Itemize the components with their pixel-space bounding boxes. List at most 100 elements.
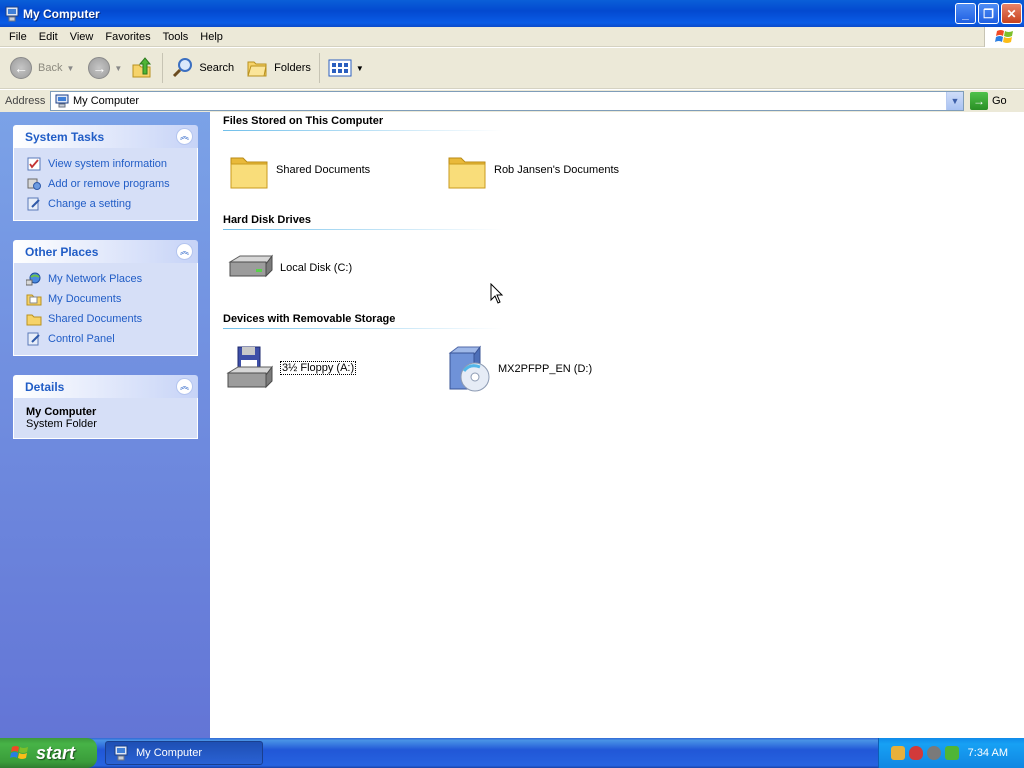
system-tasks-title: System Tasks xyxy=(25,129,105,144)
local-disk-c-item[interactable]: Local Disk (C:) xyxy=(226,252,352,284)
address-bar: Address My Computer ▼ → Go xyxy=(0,90,1024,112)
minimize-button[interactable]: _ xyxy=(955,3,976,24)
change-setting-label: Change a setting xyxy=(48,198,132,210)
forward-button[interactable]: → ▼ xyxy=(84,50,126,86)
control-panel-label: Control Panel xyxy=(48,333,115,345)
my-computer-icon xyxy=(5,6,19,21)
other-places-panel: Other Places ︽ My Network Places My Docu… xyxy=(13,240,198,356)
restore-button[interactable]: ❐ xyxy=(978,3,999,24)
views-button[interactable]: ▼ xyxy=(324,50,368,86)
back-label: Back xyxy=(38,62,63,74)
address-dropdown-button[interactable]: ▼ xyxy=(946,92,963,110)
start-button[interactable]: start xyxy=(0,738,97,768)
windows-logo-icon xyxy=(984,27,1024,47)
shared-documents-item[interactable]: Shared Documents xyxy=(228,150,370,190)
network-places-icon xyxy=(26,271,42,287)
close-button[interactable]: ✕ xyxy=(1001,3,1022,24)
system-tasks-header[interactable]: System Tasks ︽ xyxy=(13,125,198,148)
forward-dropdown-icon[interactable]: ▼ xyxy=(114,64,122,73)
menu-file[interactable]: File xyxy=(3,27,33,47)
floppy-a-label: 3½ Floppy (A:) xyxy=(280,361,357,375)
back-button[interactable]: ← Back ▼ xyxy=(6,50,78,86)
forward-arrow-icon: → xyxy=(88,57,111,79)
start-label: start xyxy=(36,742,76,763)
user-documents-item[interactable]: Rob Jansen's Documents xyxy=(446,150,619,190)
add-remove-programs-link[interactable]: Add or remove programs xyxy=(26,174,197,194)
my-network-places-link[interactable]: My Network Places xyxy=(26,269,197,289)
hard-disk-icon xyxy=(228,254,273,278)
shared-documents-link[interactable]: Shared Documents xyxy=(26,309,197,329)
group-header-hard-disk-drives: Hard Disk Drives xyxy=(223,214,312,226)
local-disk-c-label: Local Disk (C:) xyxy=(280,262,353,274)
my-network-places-label: My Network Places xyxy=(48,273,143,285)
group-header-removable-storage: Devices with Removable Storage xyxy=(223,313,396,325)
taskbar-item-my-computer[interactable]: My Computer xyxy=(105,741,263,765)
floppy-drive-icon xyxy=(226,346,273,389)
folder-icon xyxy=(26,311,42,327)
control-panel-link[interactable]: Control Panel xyxy=(26,329,197,349)
back-dropdown-icon[interactable]: ▼ xyxy=(66,64,74,73)
folder-icon xyxy=(230,157,268,189)
user-documents-label: Rob Jansen's Documents xyxy=(494,164,619,176)
content-area: Files Stored on This Computer Shared Doc… xyxy=(210,112,1024,738)
my-documents-icon xyxy=(26,291,42,307)
details-header[interactable]: Details ︽ xyxy=(13,375,198,398)
clock: 7:34 AM xyxy=(967,747,1008,759)
menu-favorites[interactable]: Favorites xyxy=(99,27,156,47)
cd-drive-d-item[interactable]: MX2PFPP_EN (D:) xyxy=(444,345,592,393)
menu-help[interactable]: Help xyxy=(194,27,229,47)
security-shield-icon[interactable] xyxy=(909,746,923,760)
menu-tools[interactable]: Tools xyxy=(157,27,195,47)
my-documents-label: My Documents xyxy=(48,293,122,305)
tray-tools-icon[interactable] xyxy=(891,746,905,760)
up-button[interactable] xyxy=(126,50,158,86)
folders-icon xyxy=(247,61,267,77)
view-system-information-link[interactable]: View system information xyxy=(26,154,197,174)
search-button[interactable]: Search xyxy=(167,50,238,86)
search-icon xyxy=(173,58,193,78)
go-button[interactable]: → Go xyxy=(970,92,1007,110)
toolbar-separator xyxy=(162,53,164,83)
collapse-chevron-icon[interactable]: ︽ xyxy=(176,243,193,260)
shared-documents-label: Shared Documents xyxy=(276,164,371,176)
details-title: Details xyxy=(25,379,65,394)
toolbar: ← Back ▼ → ▼ Search Folders ▼ xyxy=(0,48,1024,89)
folders-button[interactable]: Folders xyxy=(242,50,315,86)
windows-logo-icon xyxy=(10,746,28,759)
title-bar[interactable]: My Computer _ ❐ ✕ xyxy=(0,0,1024,27)
other-places-header[interactable]: Other Places ︽ xyxy=(13,240,198,263)
menu-edit[interactable]: Edit xyxy=(33,27,64,47)
details-name: My Computer xyxy=(26,406,97,418)
window-title: My Computer xyxy=(23,6,100,21)
tray-app-icon[interactable] xyxy=(927,746,941,760)
group-divider xyxy=(223,130,503,131)
my-documents-link[interactable]: My Documents xyxy=(26,289,197,309)
collapse-chevron-icon[interactable]: ︽ xyxy=(176,378,193,395)
shared-documents-label: Shared Documents xyxy=(48,313,143,325)
search-label: Search xyxy=(199,62,235,74)
mouse-cursor-icon xyxy=(490,283,504,304)
details-panel: Details ︽ My Computer System Folder xyxy=(13,375,198,439)
floppy-a-item[interactable]: 3½ Floppy (A:) xyxy=(226,345,357,391)
details-type: System Folder xyxy=(26,418,97,430)
network-icon[interactable] xyxy=(945,746,959,760)
views-dropdown-icon[interactable]: ▼ xyxy=(356,64,364,73)
group-divider xyxy=(223,229,503,230)
taskbar: start My Computer 7:34 AM xyxy=(0,738,1024,768)
views-icon xyxy=(328,59,352,77)
system-tray: 7:34 AM xyxy=(878,738,1024,768)
control-panel-icon xyxy=(26,331,42,347)
group-divider xyxy=(223,328,503,329)
address-value: My Computer xyxy=(73,95,140,107)
other-places-title: Other Places xyxy=(25,244,99,259)
collapse-chevron-icon[interactable]: ︽ xyxy=(176,128,193,145)
menu-bar: File Edit View Favorites Tools Help xyxy=(0,27,1024,47)
taskbar-item-label: My Computer xyxy=(136,747,203,759)
address-label: Address xyxy=(5,95,46,107)
back-arrow-icon: ← xyxy=(10,57,32,79)
cd-drive-icon xyxy=(448,345,490,392)
menu-view[interactable]: View xyxy=(64,27,100,47)
change-setting-link[interactable]: Change a setting xyxy=(26,194,197,214)
view-system-information-label: View system information xyxy=(48,158,168,170)
address-input[interactable]: My Computer ▼ xyxy=(50,91,964,111)
